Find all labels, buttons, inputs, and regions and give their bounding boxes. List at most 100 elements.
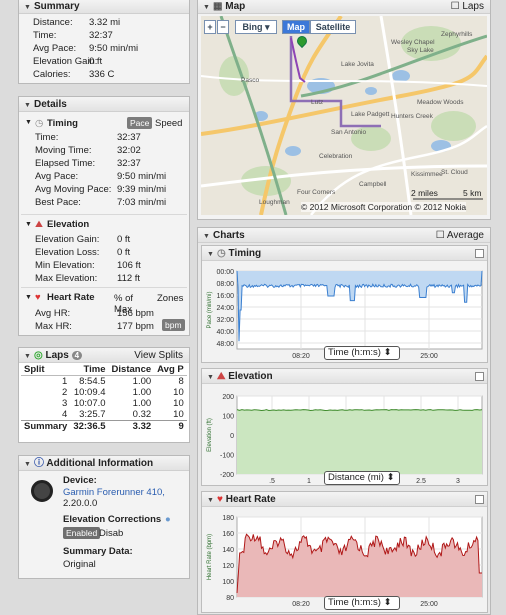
timing-triangle-icon[interactable]: ▼ — [25, 119, 32, 126]
laps-column-header[interactable]: Avg P — [154, 364, 187, 376]
mountain-icon: ⛰ — [217, 371, 229, 382]
zoom-out-button[interactable]: − — [217, 20, 229, 34]
collapse-triangle-icon[interactable]: ▼ — [24, 98, 34, 111]
zoom-in-button[interactable]: + — [204, 20, 216, 34]
expand-chart-icon[interactable] — [475, 495, 484, 504]
hr-triangle-icon[interactable]: ▼ — [25, 294, 32, 301]
map-view-button[interactable]: Map — [282, 20, 310, 34]
charts-header[interactable]: ▼ Charts ☐ Average — [198, 228, 490, 243]
map-view[interactable]: Wesley Chapel Zephyrhills Sky Lake Lake Jov… — [201, 16, 487, 215]
y-tick-label: -200 — [220, 472, 234, 479]
y-tick-label: 40:00 — [216, 329, 234, 336]
table-row[interactable]: 1 8:54.5 1.00 8 — [21, 376, 187, 387]
pace-tab[interactable]: Pace — [127, 117, 153, 129]
row-label: Max Elevation: — [35, 273, 98, 284]
x-tick-label: 2.5 — [416, 478, 426, 485]
collapse-triangle-icon[interactable]: ▼ — [207, 493, 217, 506]
y-tick-label: 80 — [226, 595, 234, 602]
row-value: 177 bpm — [117, 321, 154, 332]
laps-column-header[interactable]: Split — [21, 364, 70, 376]
x-tick-label: 25:00 — [420, 353, 438, 360]
scale-km: 5 km — [463, 188, 482, 198]
y-tick-label: 32:00 — [216, 317, 234, 324]
additional-info-header[interactable]: ▼ ⓘ Additional Information — [19, 456, 189, 471]
elevation-chart[interactable]: 2001000-100-200.511.522.53Elevation (ft) — [202, 384, 487, 485]
table-cell: 10 — [173, 387, 184, 398]
map-provider-select[interactable]: Bing ▾ — [235, 20, 277, 34]
additional-info-panel: ▼ ⓘ Additional Information Device: Garmin… — [18, 455, 190, 579]
table-cell: 8 — [178, 376, 184, 387]
row-value: 32:37 — [117, 132, 141, 143]
x-tick-label: 3 — [456, 478, 460, 485]
table-cell: 10 — [173, 409, 184, 420]
collapse-triangle-icon[interactable]: ▼ — [207, 247, 217, 260]
table-row[interactable]: 3 10:07.0 1.00 10 — [21, 398, 187, 409]
device-name-link[interactable]: Garmin Forerunner 410, — [63, 487, 165, 498]
collapse-triangle-icon[interactable]: ▼ — [203, 0, 213, 13]
collapse-triangle-icon[interactable]: ▼ — [24, 349, 34, 362]
map-place-label: Campbell — [359, 181, 387, 188]
table-cell: 1.00 — [132, 376, 152, 387]
laps-header[interactable]: ▼ ◎ Laps 4 View Splits — [19, 348, 189, 363]
lake — [365, 87, 377, 95]
laps-column-header[interactable]: Time — [70, 364, 108, 376]
y-tick-label: 100 — [222, 414, 234, 421]
timing-chart-header[interactable]: ▼ ◷ Timing — [202, 246, 487, 261]
heart-rate-axis-select[interactable]: Time (h:m:s) ⬍ — [324, 596, 400, 610]
summary-header[interactable]: ▼ Summary — [19, 0, 189, 14]
row-label: Elapsed Time: — [35, 158, 96, 169]
row-label: Avg HR: — [35, 308, 71, 319]
summary-cell: 32:36.5 — [73, 421, 106, 432]
row-label: Avg Pace: — [33, 43, 77, 54]
expand-chart-icon[interactable] — [475, 249, 484, 258]
y-tick-label: 0 — [230, 433, 234, 440]
map-place-label: Lake Jovita — [341, 61, 374, 68]
details-header[interactable]: ▼ Details — [19, 97, 189, 112]
heart-rate-chart[interactable]: 1801601401201008008:2016:4025:00Heart Ra… — [202, 507, 487, 610]
elevation-chart-header[interactable]: ▼ ⛰ Elevation — [202, 369, 487, 384]
table-cell: 1 — [62, 376, 68, 387]
speed-tab[interactable]: Speed — [155, 118, 182, 129]
expand-chart-icon[interactable] — [475, 372, 484, 381]
table-row[interactable]: 4 3:25.7 0.32 10 — [21, 409, 187, 421]
satellite-view-button[interactable]: Satellite — [310, 20, 356, 34]
average-checkbox[interactable]: ☐ Average — [436, 228, 484, 243]
row-label: Calories: — [33, 69, 71, 80]
row-value: 106 ft — [117, 260, 141, 271]
watch-icon — [31, 480, 53, 502]
heart-rate-chart-header[interactable]: ▼ ♥ Heart Rate — [202, 492, 487, 507]
enabled-toggle[interactable]: Enabled — [63, 527, 101, 539]
map-header[interactable]: ▼ ▦ Map ☐ Laps — [198, 0, 490, 14]
row-value: 9:39 min/mi — [117, 184, 167, 195]
collapse-triangle-icon[interactable]: ▼ — [203, 229, 213, 242]
collapse-triangle-icon[interactable]: ▼ — [207, 370, 217, 383]
bpm-unit-badge[interactable]: bpm — [162, 319, 185, 331]
elevation-axis-select[interactable]: Distance (mi) ⬍ — [324, 471, 400, 485]
row-value: 336 C — [89, 69, 115, 80]
heart-icon: ♥ — [217, 494, 226, 505]
map-copyright: © 2012 Microsoft Corporation © 2012 Noki… — [301, 202, 467, 212]
row-label: Distance: — [33, 17, 73, 28]
details-panel: ▼ Details ▼ ◷ Timing Pace Speed Time: 32:3… — [18, 96, 190, 336]
map-canvas[interactable]: Wesley Chapel Zephyrhills Sky Lake Lake Jov… — [201, 16, 487, 215]
table-cell: 1.00 — [132, 398, 152, 409]
y-axis-label: Pace (min/mi) — [207, 291, 213, 328]
elevation-triangle-icon[interactable]: ▼ — [25, 221, 32, 228]
collapse-triangle-icon[interactable]: ▼ — [24, 457, 34, 470]
table-cell: 10 — [173, 398, 184, 409]
laps-column-header[interactable]: Distance — [109, 364, 155, 376]
y-tick-label: 08:00 — [216, 281, 234, 288]
row-label: Avg Moving Pace: — [35, 184, 112, 195]
disabled-toggle[interactable]: Disab — [99, 528, 123, 539]
row-value: 32:02 — [117, 145, 141, 156]
y-tick-label: 00:00 — [216, 269, 234, 276]
zones-column[interactable]: Zones — [157, 293, 183, 304]
collapse-triangle-icon[interactable]: ▼ — [24, 0, 34, 13]
laps-checkbox[interactable]: ☐ Laps — [451, 0, 484, 14]
heart-rate-section-title: Heart Rate — [47, 292, 95, 303]
map-place-label: Kissimmee — [411, 171, 443, 178]
table-row[interactable]: 2 10:09.4 1.00 10 — [21, 387, 187, 398]
timing-axis-select[interactable]: Time (h:m:s) ⬍ — [324, 346, 400, 360]
help-icon[interactable]: ● — [165, 514, 171, 525]
view-splits-link[interactable]: View Splits — [134, 348, 183, 363]
